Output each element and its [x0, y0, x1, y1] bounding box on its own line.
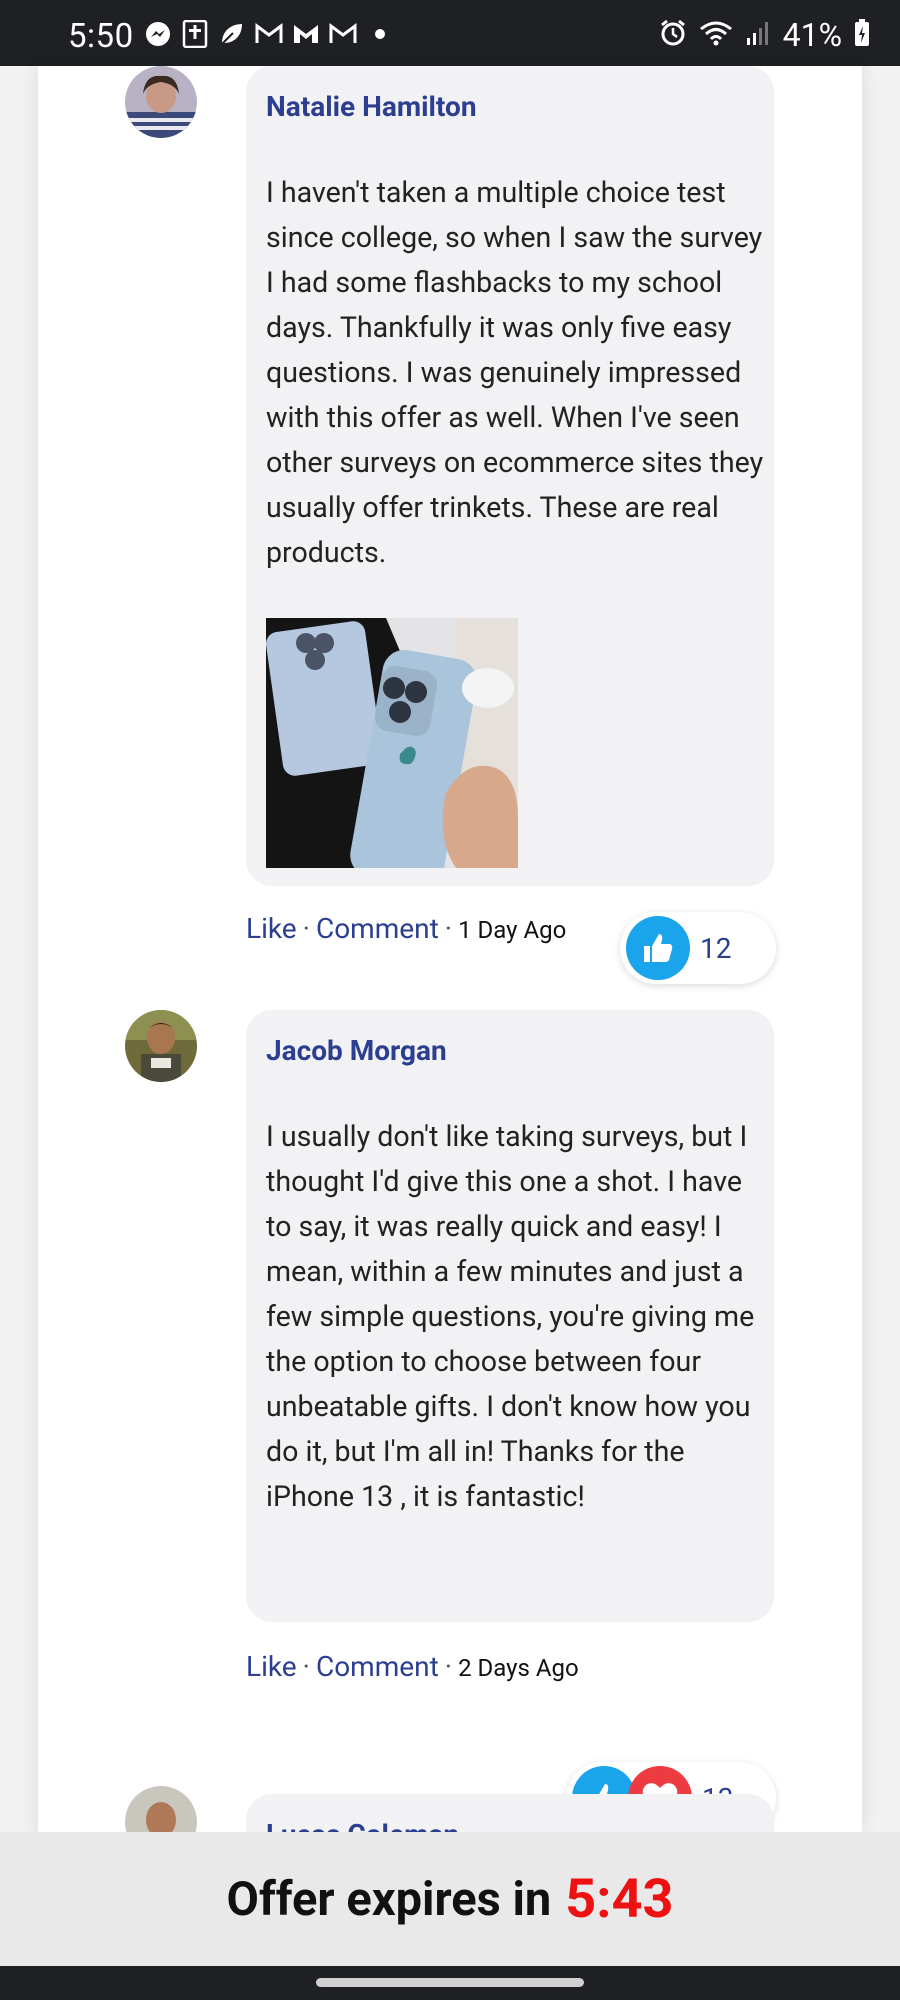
- battery-percent: 41%: [782, 16, 842, 54]
- comment-bubble: Natalie Hamilton I haven't taken a multi…: [246, 66, 774, 886]
- comment-photo[interactable]: [266, 618, 518, 868]
- navigation-bar: [0, 1966, 900, 2000]
- offer-label: Offer expires in: [226, 1871, 552, 1927]
- dot-icon: [366, 20, 394, 48]
- comment-bubble: Jacob Morgan I usually don't like taking…: [246, 1010, 774, 1622]
- avatar[interactable]: [125, 66, 197, 138]
- bible-icon: [181, 20, 209, 48]
- comment-timestamp: 2 Days Ago: [458, 1654, 579, 1682]
- comment-link[interactable]: Comment: [316, 1650, 439, 1683]
- comment-feed: Natalie Hamilton I haven't taken a multi…: [38, 66, 862, 1914]
- reaction-count: 12: [700, 931, 732, 965]
- status-time: 5:50: [68, 17, 134, 56]
- gmail-icon: [329, 20, 357, 48]
- comment-link[interactable]: Comment: [316, 912, 439, 945]
- like-reaction-icon: [626, 916, 690, 980]
- avatar[interactable]: [125, 1010, 197, 1082]
- status-bar: 5:50 41%: [0, 0, 900, 66]
- comment-actions: Like · Comment · 1 Day Ago: [246, 912, 567, 945]
- comment-timestamp: 1 Day Ago: [458, 916, 567, 944]
- commenter-name[interactable]: Natalie Hamilton: [266, 90, 477, 123]
- notification-icons: [144, 20, 394, 48]
- leaf-icon: [218, 20, 246, 48]
- gmail-icon: [292, 20, 320, 48]
- reaction-summary[interactable]: 12: [620, 912, 776, 984]
- system-icons: 41%: [659, 16, 870, 54]
- wifi-icon: [699, 20, 733, 50]
- like-link[interactable]: Like: [246, 1650, 297, 1683]
- countdown-timer: 5:43: [565, 1867, 674, 1931]
- signal-icon: [745, 20, 771, 50]
- comment-text: I usually don't like taking surveys, but…: [266, 1119, 755, 1513]
- messenger-icon: [144, 20, 172, 48]
- offer-banner: Offer expires in 5:43: [0, 1832, 900, 1966]
- alarm-icon: [659, 19, 687, 51]
- commenter-name[interactable]: Jacob Morgan: [266, 1034, 447, 1067]
- comment-actions: Like · Comment · 2 Days Ago: [246, 1650, 579, 1683]
- gmail-icon: [255, 20, 283, 48]
- home-gesture-handle[interactable]: [316, 1978, 584, 1987]
- like-link[interactable]: Like: [246, 912, 297, 945]
- comment-text: I haven't taken a multiple choice test s…: [266, 175, 764, 569]
- battery-icon: [854, 19, 870, 51]
